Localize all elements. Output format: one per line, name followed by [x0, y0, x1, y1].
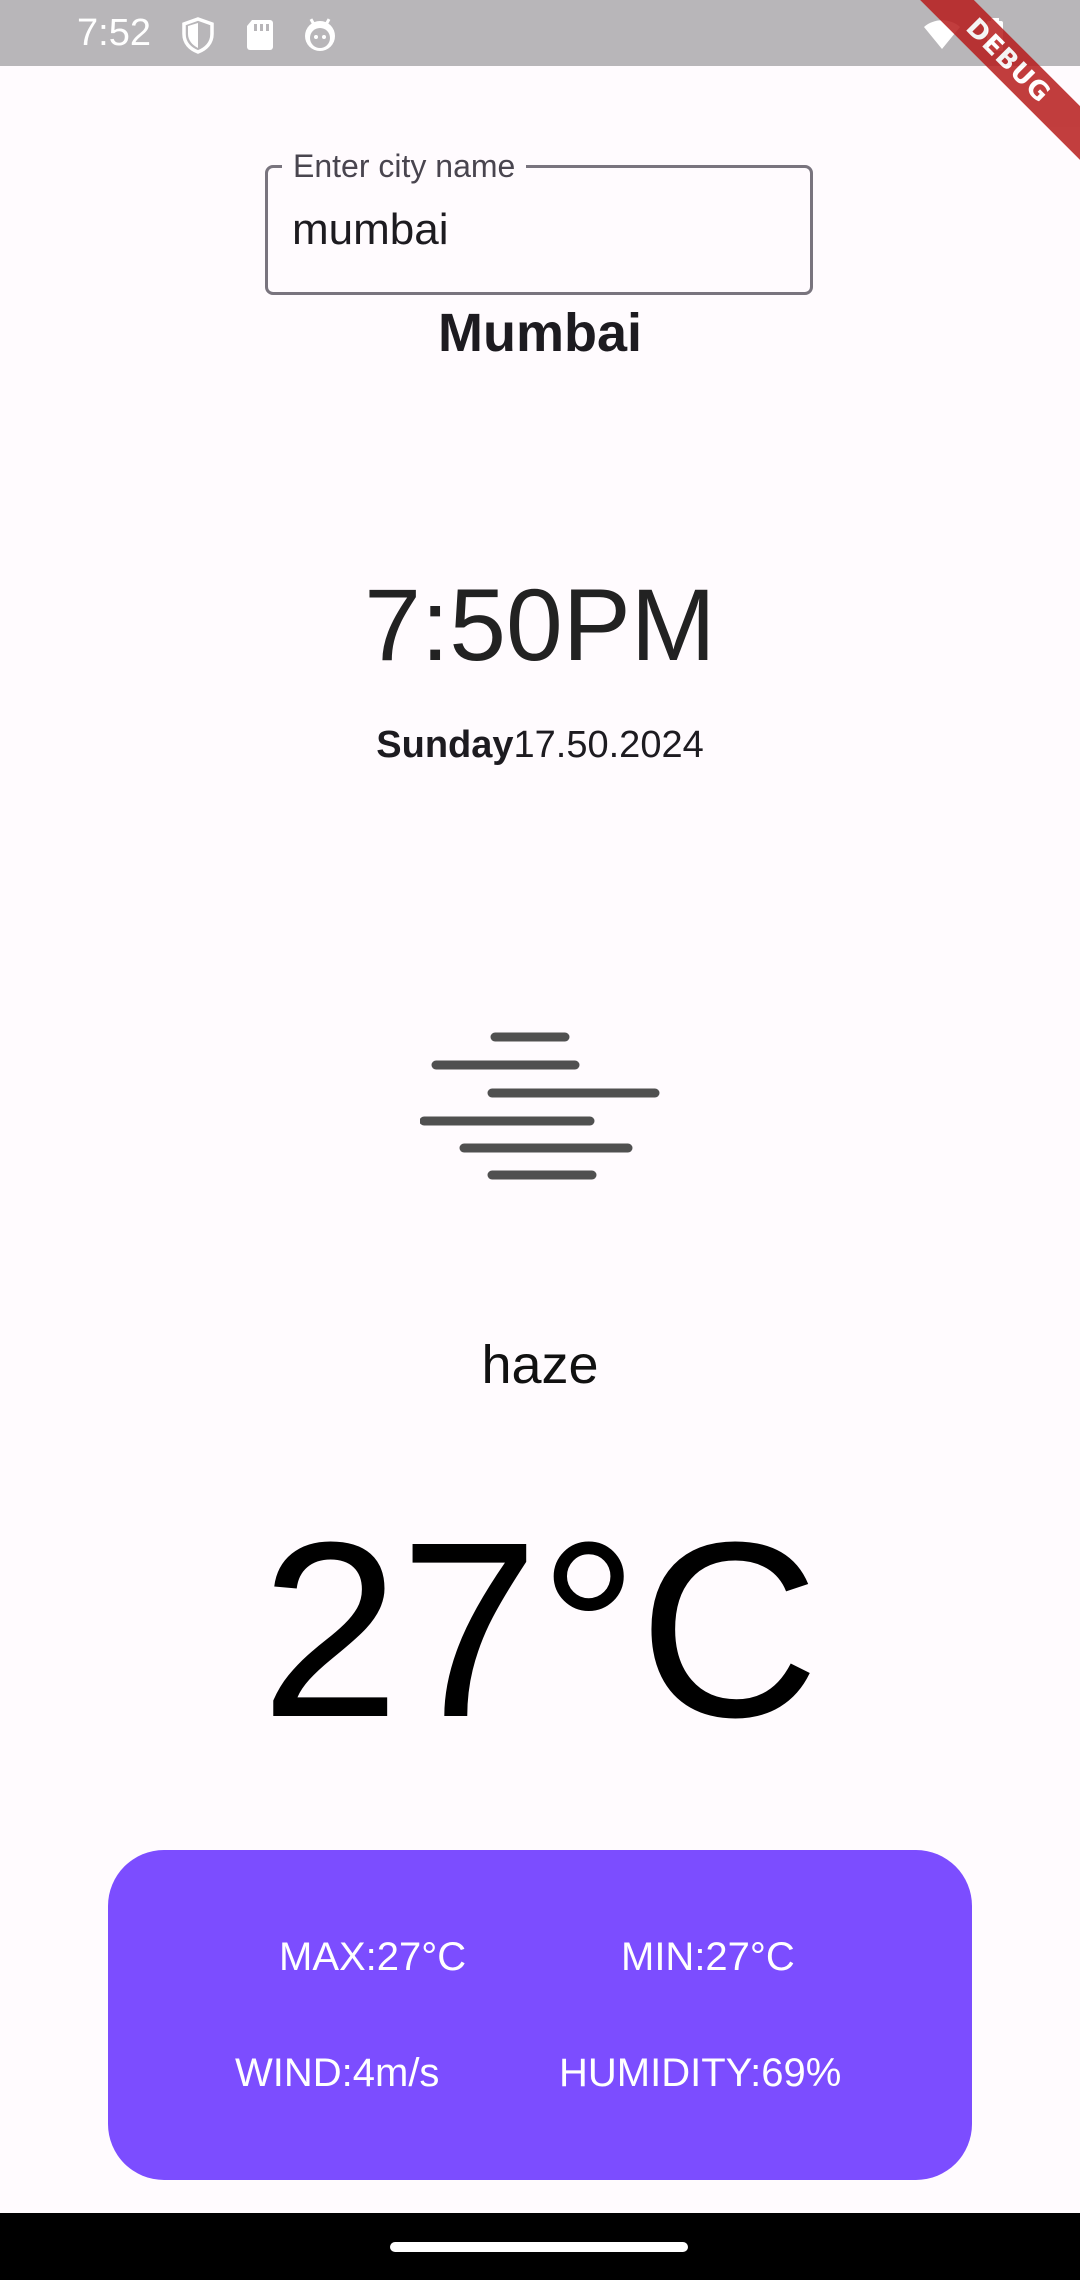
min-temp: MIN:27°C	[621, 1935, 795, 1979]
temperature: 27°C	[260, 1490, 820, 1769]
android-face-icon	[300, 15, 340, 55]
date-line: Sunday17.50.2024	[0, 720, 1080, 770]
humidity: HUMIDITY:69%	[559, 2051, 842, 2095]
navigation-bar	[0, 2213, 1080, 2280]
city-input[interactable]	[292, 198, 792, 262]
day-of-week: Sunday	[376, 724, 514, 766]
home-gesture-handle[interactable]	[390, 2242, 688, 2252]
city-input-field[interactable]: Enter city name	[265, 146, 813, 295]
max-temp: MAX:27°C	[279, 1935, 467, 1979]
local-time: 7:50PM	[364, 568, 716, 682]
weather-condition: haze	[481, 1335, 599, 1395]
haze-icon	[419, 1030, 662, 1180]
city-name: Mumbai	[437, 303, 642, 363]
city-input-label: Enter city name	[282, 146, 527, 186]
status-bar: 7:52	[0, 0, 1080, 66]
status-time: 7:52	[77, 12, 151, 54]
shield-icon	[178, 15, 218, 55]
wind-speed: WIND:4m/s	[235, 2051, 440, 2095]
sd-card-icon	[240, 15, 280, 55]
weather-details-card: MAX:27°C MIN:27°C WIND:4m/s HUMIDITY:69%	[108, 1850, 972, 2180]
weather-screen: 7:52 DEBUG Enter city name Mumbai 7:50PM…	[0, 0, 1080, 2280]
date-value: 17.50.2024	[513, 724, 704, 766]
